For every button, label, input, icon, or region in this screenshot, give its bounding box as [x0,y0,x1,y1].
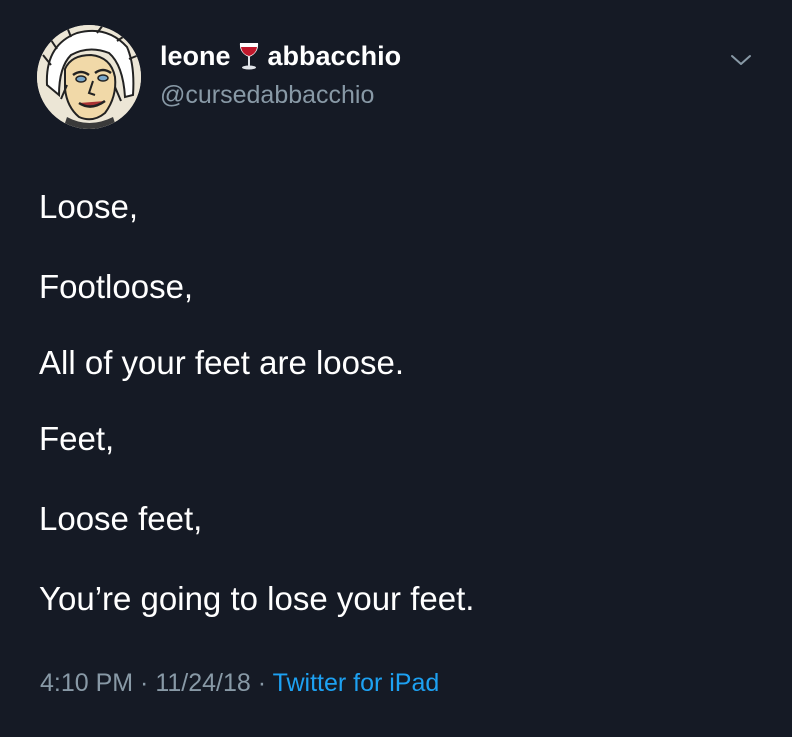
wine-glass-icon [237,41,261,71]
tweet-card: leone abbacchio @cursedabbacchio Loose, … [0,0,792,737]
author-display-name[interactable]: leone abbacchio [160,40,401,72]
tweet-text-line: Footloose, [39,268,194,305]
avatar-illustration [37,25,141,129]
tweet-time[interactable]: 4:10 PM [40,669,133,697]
tweet-meta: 4:10 PM · 11/24/18 · Twitter for iPad [40,667,439,699]
chevron-down-icon[interactable] [730,52,752,68]
avatar[interactable] [37,25,141,129]
tweet-date[interactable]: 11/24/18 [155,669,250,697]
meta-separator: · [250,669,273,697]
tweet-source-link[interactable]: Twitter for iPad [273,669,440,697]
tweet-text-line: Loose, [39,188,139,225]
meta-separator: · [133,669,156,697]
tweet-text-line: All of your feet are loose. [39,344,405,381]
tweet-text-line: Feet, [39,420,115,457]
display-name-first: leone [160,41,231,71]
author-handle[interactable]: @cursedabbacchio [160,80,374,110]
tweet-text-line: You’re going to lose your feet. [39,580,475,617]
display-name-second: abbacchio [267,41,402,71]
tweet-text-line: Loose feet, [39,500,203,537]
